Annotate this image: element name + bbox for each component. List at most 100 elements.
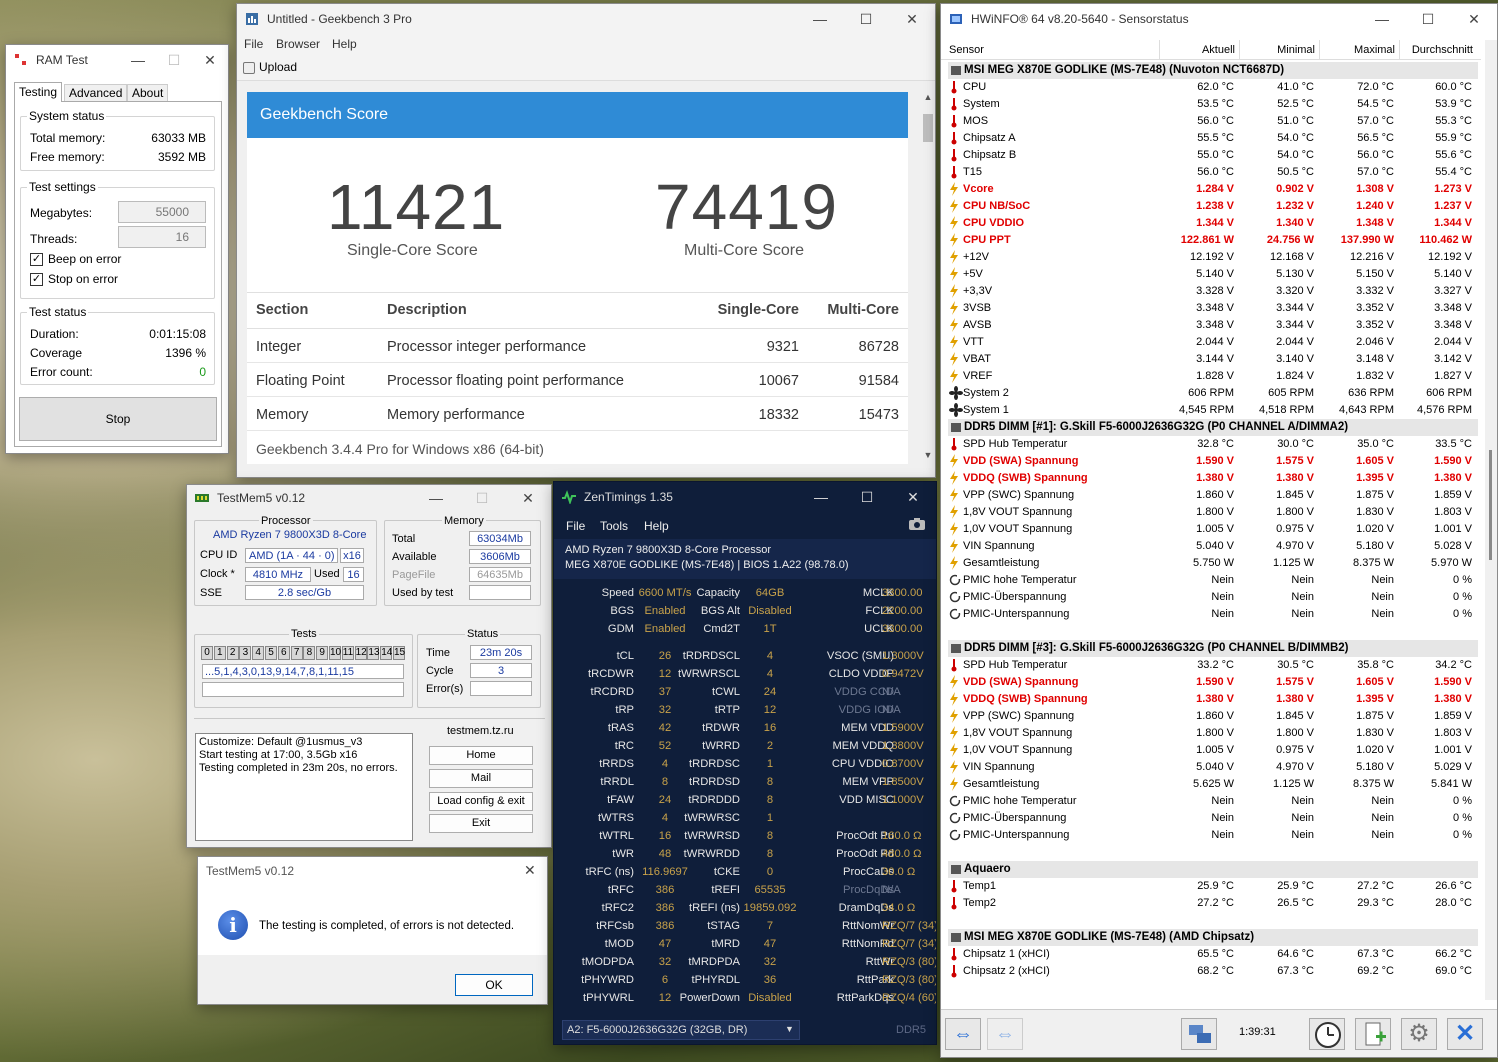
sensor-row[interactable]: System 1 4,545 RPM 4,518 RPM 4,643 RPM 4,576…	[945, 402, 1478, 419]
minimize-icon[interactable]: —	[120, 52, 156, 68]
sensor-row[interactable]: PMIC-Überspannung Nein Nein Nein 0 %	[945, 810, 1478, 827]
sensor-row[interactable]: 1,8V VOUT Spannung 1.800 V 1.800 V 1.830 V 1…	[945, 504, 1478, 521]
menu-file[interactable]: File	[244, 37, 263, 51]
close-icon[interactable]: ✕	[1451, 11, 1497, 28]
sensor-row[interactable]: Chipsatz 1 (xHCI) 65.5 °C 64.6 °C 67.3 °C 66…	[945, 946, 1478, 963]
sensor-row[interactable]: PMIC hohe Temperatur Nein Nein Nein 0 %	[945, 572, 1478, 589]
threads-stepper[interactable]: 16	[118, 226, 206, 248]
stop-on-error-checkbox[interactable]: ✓ Stop on error	[30, 272, 118, 287]
sensor-row[interactable]: VPP (SWC) Spannung 1.860 V 1.845 V 1.875 V 1…	[945, 487, 1478, 504]
sensor-row[interactable]: VIN Spannung 5.040 V 4.970 V 5.180 V 5.029 V	[945, 759, 1478, 776]
minimize-icon[interactable]: —	[798, 489, 844, 505]
maximize-icon[interactable]: ☐	[459, 490, 505, 507]
home-button[interactable]: Home	[429, 746, 533, 765]
col-aktuell[interactable]: Aktuell	[1161, 44, 1235, 56]
sensor-row[interactable]: 1,0V VOUT Spannung 1.005 V 0.975 V 1.020 V 1…	[945, 742, 1478, 759]
sensor-row[interactable]: CPU PPT 122.861 W 24.756 W 137.990 W 110.462…	[945, 232, 1478, 249]
sensor-group-header[interactable]: DDR5 DIMM [#1]: G.Skill F5-6000J2636G32G…	[948, 419, 1478, 436]
zen-menu-tools[interactable]: Tools	[600, 519, 628, 533]
testmem-titlebar[interactable]: TestMem5 v0.12 — ☐ ✕	[187, 485, 551, 511]
col-sensor[interactable]: Sensor	[949, 44, 984, 56]
sensor-row[interactable]: VDD (SWA) Spannung 1.590 V 1.575 V 1.605 V 1…	[945, 453, 1478, 470]
sensor-row[interactable]: VDD (SWA) Spannung 1.590 V 1.575 V 1.605 V 1…	[945, 674, 1478, 691]
sensor-row[interactable]: VDDQ (SWB) Spannung 1.380 V 1.380 V 1.395 V…	[945, 470, 1478, 487]
close-icon[interactable]: ✕	[192, 52, 228, 69]
exit-button[interactable]: Exit	[429, 814, 533, 833]
megabytes-stepper[interactable]: 55000	[118, 201, 206, 223]
ramtest-titlebar[interactable]: RAM Test — ☐ ✕	[6, 45, 228, 75]
log-box[interactable]: Customize: Default @1usmus_v3 Start test…	[195, 733, 413, 841]
tab-about[interactable]: About	[127, 84, 169, 102]
sensor-row[interactable]: CPU 62.0 °C 41.0 °C 72.0 °C 60.0 °C	[945, 79, 1478, 96]
hwinfo-titlebar[interactable]: HWiNFO® 64 v8.20-5640 - Sensorstatus — ☐…	[941, 4, 1497, 34]
sensor-row[interactable]: PMIC hohe Temperatur Nein Nein Nein 0 %	[945, 793, 1478, 810]
sensor-row[interactable]: 1,8V VOUT Spannung 1.800 V 1.800 V 1.830 V 1…	[945, 725, 1478, 742]
sensor-row[interactable]: Gesamtleistung 5.625 W 1.125 W 8.375 W 5.841…	[945, 776, 1478, 793]
sensor-row[interactable]: Vcore 1.284 V 0.902 V 1.308 V 1.273 V	[945, 181, 1478, 198]
sensor-row[interactable]: VIN Spannung 5.040 V 4.970 V 5.180 V 5.028 V	[945, 538, 1478, 555]
sensor-row[interactable]: +3,3V 3.328 V 3.320 V 3.332 V 3.327 V	[945, 283, 1478, 300]
add-report-icon[interactable]	[1355, 1018, 1391, 1050]
zen-titlebar[interactable]: ZenTimings 1.35 — ☐ ✕	[554, 482, 936, 512]
close-icon[interactable]: ✕	[889, 11, 935, 28]
menu-help[interactable]: Help	[332, 37, 357, 51]
sensor-group-header[interactable]: Aquaero	[948, 861, 1478, 878]
sensor-group-header[interactable]: MSI MEG X870E GODLIKE (MS-7E48) (Nuvoton…	[948, 62, 1478, 79]
gear-icon[interactable]: ⚙	[1401, 1018, 1437, 1050]
minimize-icon[interactable]: —	[797, 11, 843, 27]
maximize-icon[interactable]: ☐	[156, 52, 192, 69]
geekbench-titlebar[interactable]: Untitled - Geekbench 3 Pro — ☐ ✕	[237, 4, 935, 34]
scroll-thumb[interactable]	[923, 114, 933, 142]
maximize-icon[interactable]: ☐	[844, 489, 890, 506]
scroll-down-icon[interactable]: ▼	[921, 450, 935, 464]
load-config-exit-button[interactable]: Load config & exit	[429, 792, 533, 811]
zen-menu-help[interactable]: Help	[644, 519, 669, 533]
col-minimal[interactable]: Minimal	[1241, 44, 1315, 56]
arrows-out-icon[interactable]: ⇔	[945, 1018, 981, 1050]
hwinfo-scrollbar[interactable]	[1485, 40, 1497, 1000]
sensor-row[interactable]: CPU VDDIO 1.344 V 1.340 V 1.348 V 1.344 V	[945, 215, 1478, 232]
sensor-row[interactable]: Chipsatz B 55.0 °C 54.0 °C 56.0 °C 55.6 °C	[945, 147, 1478, 164]
sensor-row[interactable]: System 53.5 °C 52.5 °C 54.5 °C 53.9 °C	[945, 96, 1478, 113]
close-app-icon[interactable]: ✕	[1447, 1018, 1483, 1050]
sensor-row[interactable]: +12V 12.192 V 12.168 V 12.216 V 12.192 V	[945, 249, 1478, 266]
stop-button[interactable]: Stop	[19, 397, 217, 441]
sensor-row[interactable]: Temp1 25.9 °C 25.9 °C 27.2 °C 26.6 °C	[945, 878, 1478, 895]
sensor-row[interactable]: VDDQ (SWB) Spannung 1.380 V 1.380 V 1.395 V…	[945, 691, 1478, 708]
sensor-row[interactable]: T15 56.0 °C 50.5 °C 57.0 °C 55.4 °C	[945, 164, 1478, 181]
sensor-row[interactable]: PMIC-Unterspannung Nein Nein Nein 0 %	[945, 606, 1478, 623]
sensor-row[interactable]: Gesamtleistung 5.750 W 1.125 W 8.375 W 5.970…	[945, 555, 1478, 572]
sensor-row[interactable]: VREF 1.828 V 1.824 V 1.832 V 1.827 V	[945, 368, 1478, 385]
sensor-row[interactable]: SPD Hub Temperatur 32.8 °C 30.0 °C 35.0 °C 3…	[945, 436, 1478, 453]
sensor-row[interactable]: 1,0V VOUT Spannung 1.005 V 0.975 V 1.020 V 1…	[945, 521, 1478, 538]
menu-browser[interactable]: Browser	[276, 37, 320, 51]
sensor-row[interactable]: VTT 2.044 V 2.044 V 2.046 V 2.044 V	[945, 334, 1478, 351]
screenshot-icon[interactable]	[908, 517, 926, 531]
scroll-thumb[interactable]	[1489, 450, 1492, 560]
minimize-icon[interactable]: —	[1359, 11, 1405, 27]
close-icon[interactable]: ✕	[524, 862, 536, 879]
beep-checkbox[interactable]: ✓ Beep on error	[30, 252, 121, 267]
sensor-row[interactable]: MOS 56.0 °C 51.0 °C 57.0 °C 55.3 °C	[945, 113, 1478, 130]
zen-menu-file[interactable]: File	[566, 519, 585, 533]
tab-testing[interactable]: Testing	[14, 82, 63, 102]
geekbench-scrollbar[interactable]: ▲ ▼	[921, 92, 935, 464]
sensor-row[interactable]: +5V 5.140 V 5.130 V 5.150 V 5.140 V	[945, 266, 1478, 283]
minimize-icon[interactable]: —	[413, 490, 459, 506]
maximize-icon[interactable]: ☐	[1405, 11, 1451, 28]
sensor-group-header[interactable]: DDR5 DIMM [#3]: G.Skill F5-6000J2636G32G…	[948, 640, 1478, 657]
sensor-row[interactable]: VPP (SWC) Spannung 1.860 V 1.845 V 1.875 V 1…	[945, 708, 1478, 725]
mail-button[interactable]: Mail	[429, 769, 533, 788]
sensor-row[interactable]: PMIC-Überspannung Nein Nein Nein 0 %	[945, 589, 1478, 606]
clock-icon[interactable]	[1309, 1018, 1345, 1050]
sensor-row[interactable]: Chipsatz A 55.5 °C 54.0 °C 56.5 °C 55.9 °C	[945, 130, 1478, 147]
upload-button[interactable]: Upload	[243, 60, 297, 74]
tab-advanced[interactable]: Advanced	[64, 84, 128, 102]
sensor-row[interactable]: PMIC-Unterspannung Nein Nein Nein 0 %	[945, 827, 1478, 844]
network-icon[interactable]	[1181, 1018, 1217, 1050]
sensor-row[interactable]: System 2 606 RPM 605 RPM 636 RPM 606 RPM	[945, 385, 1478, 402]
sensor-group-header[interactable]: MSI MEG X870E GODLIKE (MS-7E48) (AMD Chi…	[948, 929, 1478, 946]
dimm-select[interactable]: A2: F5-6000J2636G32G (32GB, DR) ▼	[562, 1020, 800, 1040]
col-durchschnitt[interactable]: Durchschnitt	[1401, 44, 1473, 56]
maximize-icon[interactable]: ☐	[843, 11, 889, 28]
